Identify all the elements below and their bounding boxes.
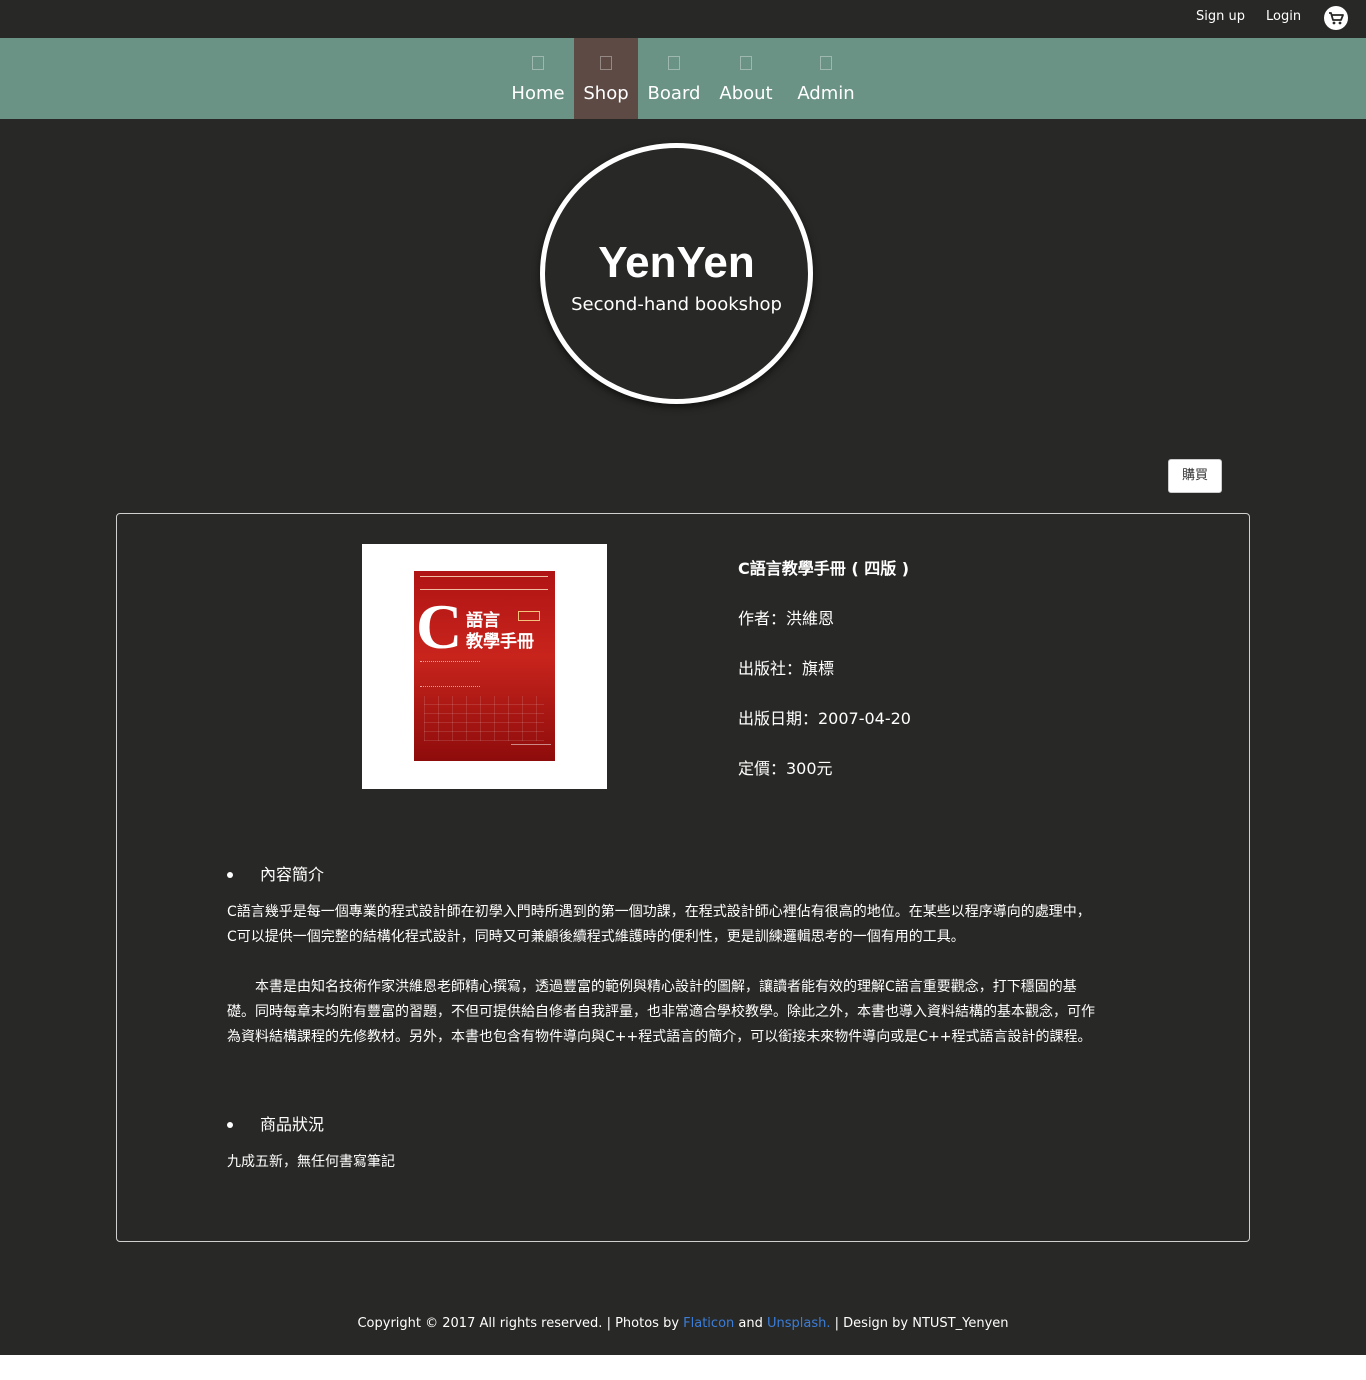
product-author: 作者：洪維恩 bbox=[738, 609, 835, 628]
description-section: 內容簡介 C語言幾乎是每一個專業的程式設計師在初學入門時所遇到的第一個功課，在程… bbox=[227, 864, 1147, 1054]
footer: Copyright © 2017 All rights reserved. | … bbox=[0, 1314, 1366, 1334]
product-title: C語言教學手冊 ( 四版 ) bbox=[738, 559, 910, 578]
footer-and: and bbox=[734, 1316, 767, 1331]
brand-title: YenYen bbox=[598, 238, 755, 287]
cover-header-lines bbox=[420, 576, 548, 590]
signup-link[interactable]: Sign up bbox=[1196, 9, 1245, 24]
nav-item-admin[interactable]: Admin bbox=[790, 38, 862, 119]
condition-section: 商品狀況 九成五新，無任何書寫筆記 bbox=[227, 1114, 1147, 1184]
buy-button[interactable]: 購買 bbox=[1168, 459, 1222, 493]
brand-subtitle: Second-hand bookshop bbox=[571, 294, 782, 315]
description-line: 為資料結構課程的先修教材。另外，本書也包含有物件導向與C++程式語言的簡介，可以… bbox=[227, 1029, 1092, 1045]
bullet-dot bbox=[227, 872, 233, 878]
nav-label-about: About bbox=[719, 83, 773, 104]
flaticon-link[interactable]: Flaticon bbox=[683, 1316, 734, 1331]
book-cover: C 語言 教學手冊 bbox=[414, 571, 555, 761]
product-price: 定價：300元 bbox=[738, 759, 833, 778]
nav-item-about[interactable]: About bbox=[712, 38, 780, 119]
footer-copyright: Copyright © 2017 All rights reserved. | … bbox=[357, 1316, 684, 1331]
nav-item-board[interactable]: Board bbox=[642, 38, 706, 119]
home-icon bbox=[532, 56, 544, 70]
board-icon bbox=[668, 56, 680, 70]
admin-icon bbox=[820, 56, 832, 70]
brand-circle: YenYen Second-hand bookshop bbox=[540, 143, 813, 404]
condition-text: 九成五新，無任何書寫筆記 bbox=[227, 1154, 395, 1170]
description-line: C語言幾乎是每一個專業的程式設計師在初學入門時所遇到的第一個功課，在程式設計師心… bbox=[227, 904, 1091, 920]
description-heading: 內容簡介 bbox=[260, 865, 325, 884]
cover-publisher-mark bbox=[511, 744, 551, 756]
product-publish-date: 出版日期：2007-04-20 bbox=[738, 709, 911, 728]
top-bar: Sign up Login bbox=[0, 0, 1366, 38]
about-icon bbox=[740, 56, 752, 70]
book-cover-image: C 語言 教學手冊 bbox=[362, 544, 607, 789]
unsplash-link[interactable]: Unsplash. bbox=[767, 1316, 831, 1331]
cover-letter: C bbox=[416, 591, 463, 662]
cart-icon[interactable] bbox=[1324, 6, 1348, 30]
description-line: 礎。同時每章末均附有豐富的習題，不但可提供給自修者自我評量，也非常適合學校教學。… bbox=[227, 1004, 1095, 1020]
product-card: C 語言 教學手冊 C語言教學手冊 ( 四版 ) 作者：洪維恩 出版社：旗標 出… bbox=[116, 513, 1250, 1242]
cover-edition-tag bbox=[518, 611, 540, 621]
main-nav: Home Shop Board About Admin bbox=[0, 38, 1366, 119]
cover-bullet-lines bbox=[420, 661, 480, 687]
description-line: 本書是由知名技術作家洪維恩老師精心撰寫，透過豐富的範例與精心設計的圖解，讓讀者能… bbox=[227, 979, 1077, 995]
nav-label-board: Board bbox=[647, 83, 701, 104]
footer-design-credit: | Design by NTUST_Yenyen bbox=[830, 1316, 1009, 1331]
bullet-dot bbox=[227, 1122, 233, 1128]
nav-label-shop: Shop bbox=[583, 83, 629, 104]
shop-icon bbox=[600, 56, 612, 70]
description-line: C可以提供一個完整的結構化程式設計，同時又可兼顧後續程式維護時的便利性，更是訓練… bbox=[227, 929, 965, 945]
cover-code-pattern bbox=[424, 696, 544, 741]
product-publisher: 出版社：旗標 bbox=[738, 659, 835, 678]
cart-icon-glyph bbox=[1329, 12, 1344, 25]
login-link[interactable]: Login bbox=[1266, 9, 1301, 24]
nav-item-shop[interactable]: Shop bbox=[574, 38, 638, 119]
nav-label-home: Home bbox=[511, 83, 565, 104]
nav-item-home[interactable]: Home bbox=[506, 38, 570, 119]
condition-heading: 商品狀況 bbox=[260, 1115, 325, 1134]
page-background: Sign up Login Home Shop Board About Admi… bbox=[0, 0, 1366, 1355]
nav-label-admin: Admin bbox=[797, 83, 855, 104]
